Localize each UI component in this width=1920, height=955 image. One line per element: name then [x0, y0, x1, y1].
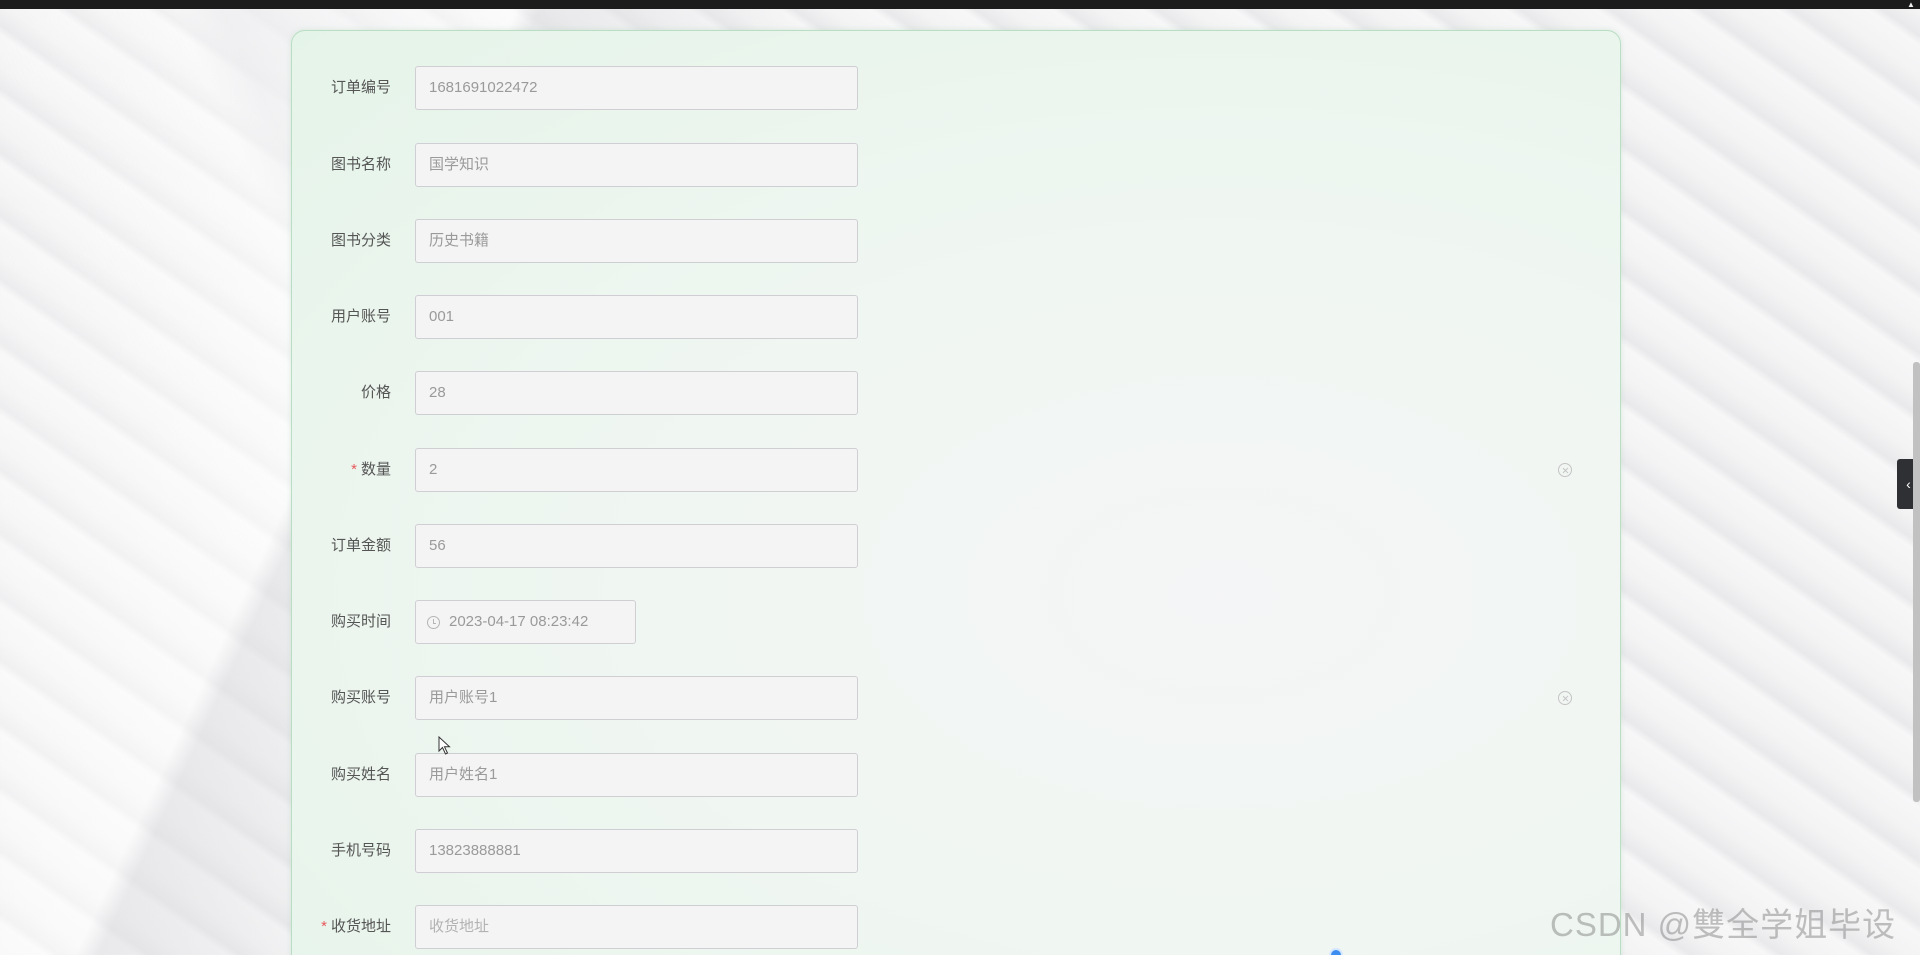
- buyer-name-label: 购买姓名: [330, 766, 391, 783]
- book-name-input[interactable]: 国学知识: [415, 143, 858, 187]
- book-category-label: 图书分类: [330, 232, 391, 249]
- quantity-label-text: 数量: [360, 461, 391, 478]
- quantity-label: * 数量: [351, 448, 391, 492]
- purchase-time-label: 购买时间: [330, 613, 391, 630]
- form-row-user-account: 用户账号 001: [292, 295, 1620, 339]
- price-input[interactable]: 28: [415, 371, 858, 415]
- csdn-watermark: CSDN @雙全学姐毕设: [1550, 906, 1897, 943]
- price-label: 价格: [360, 384, 391, 401]
- form-row-shipping-address: * 收货地址 收货地址: [292, 905, 1620, 949]
- shipping-address-input[interactable]: 收货地址: [415, 905, 858, 949]
- buyer-account-input[interactable]: 用户账号1: [415, 676, 858, 720]
- chevron-left-icon: ‹: [1906, 476, 1911, 492]
- floating-indicator-dot[interactable]: [1329, 948, 1343, 955]
- user-account-label: 用户账号: [330, 308, 391, 325]
- buyer-name-input[interactable]: 用户姓名1: [415, 753, 858, 797]
- form-row-buyer-account: 购买账号 用户账号1: [292, 676, 1620, 720]
- browser-top-bar: ▲: [0, 0, 1920, 9]
- circle-close-icon[interactable]: [1558, 691, 1572, 705]
- order-amount-label: 订单金额: [330, 537, 391, 554]
- phone-number-input[interactable]: 13823888881: [415, 829, 858, 873]
- book-name-label: 图书名称: [330, 156, 391, 173]
- page-scrollbar-thumb[interactable]: [1913, 362, 1920, 802]
- form-row-purchase-time: 购买时间 2023-04-17 08:23:42: [292, 600, 1620, 644]
- clock-icon: [427, 616, 440, 629]
- order-number-label: 订单编号: [330, 79, 391, 96]
- buyer-account-label: 购买账号: [330, 689, 391, 706]
- form-row-order-amount: 订单金额 56: [292, 524, 1620, 568]
- circle-close-icon[interactable]: [1558, 463, 1572, 477]
- form-row-order-number: 订单编号 1681691022472: [292, 66, 1620, 110]
- purchase-time-picker[interactable]: 2023-04-17 08:23:42: [415, 600, 636, 644]
- required-mark: *: [321, 918, 327, 935]
- purchase-time-value: 2023-04-17 08:23:42: [449, 613, 589, 630]
- form-row-quantity: * 数量 2: [292, 448, 1620, 492]
- order-amount-input[interactable]: 56: [415, 524, 858, 568]
- book-category-input[interactable]: 历史书籍: [415, 219, 858, 263]
- order-detail-form: 订单编号 1681691022472 图书名称 国学知识 图书分类 历史书籍 用…: [291, 30, 1621, 955]
- user-account-input[interactable]: 001: [415, 295, 858, 339]
- quantity-input[interactable]: 2: [415, 448, 858, 492]
- form-row-book-category: 图书分类 历史书籍: [292, 219, 1620, 263]
- form-row-book-name: 图书名称 国学知识: [292, 143, 1620, 187]
- shipping-address-label-text: 收货地址: [330, 918, 391, 935]
- form-row-price: 价格 28: [292, 371, 1620, 415]
- shipping-address-label: * 收货地址: [321, 905, 391, 949]
- form-row-phone-number: 手机号码 13823888881: [292, 829, 1620, 873]
- form-row-buyer-name: 购买姓名 用户姓名1: [292, 753, 1620, 797]
- required-mark: *: [351, 461, 357, 478]
- scroll-up-arrow-icon[interactable]: ▲: [1907, 0, 1916, 9]
- mouse-cursor-icon: [438, 736, 451, 755]
- phone-number-label: 手机号码: [330, 842, 391, 859]
- order-number-input[interactable]: 1681691022472: [415, 66, 858, 110]
